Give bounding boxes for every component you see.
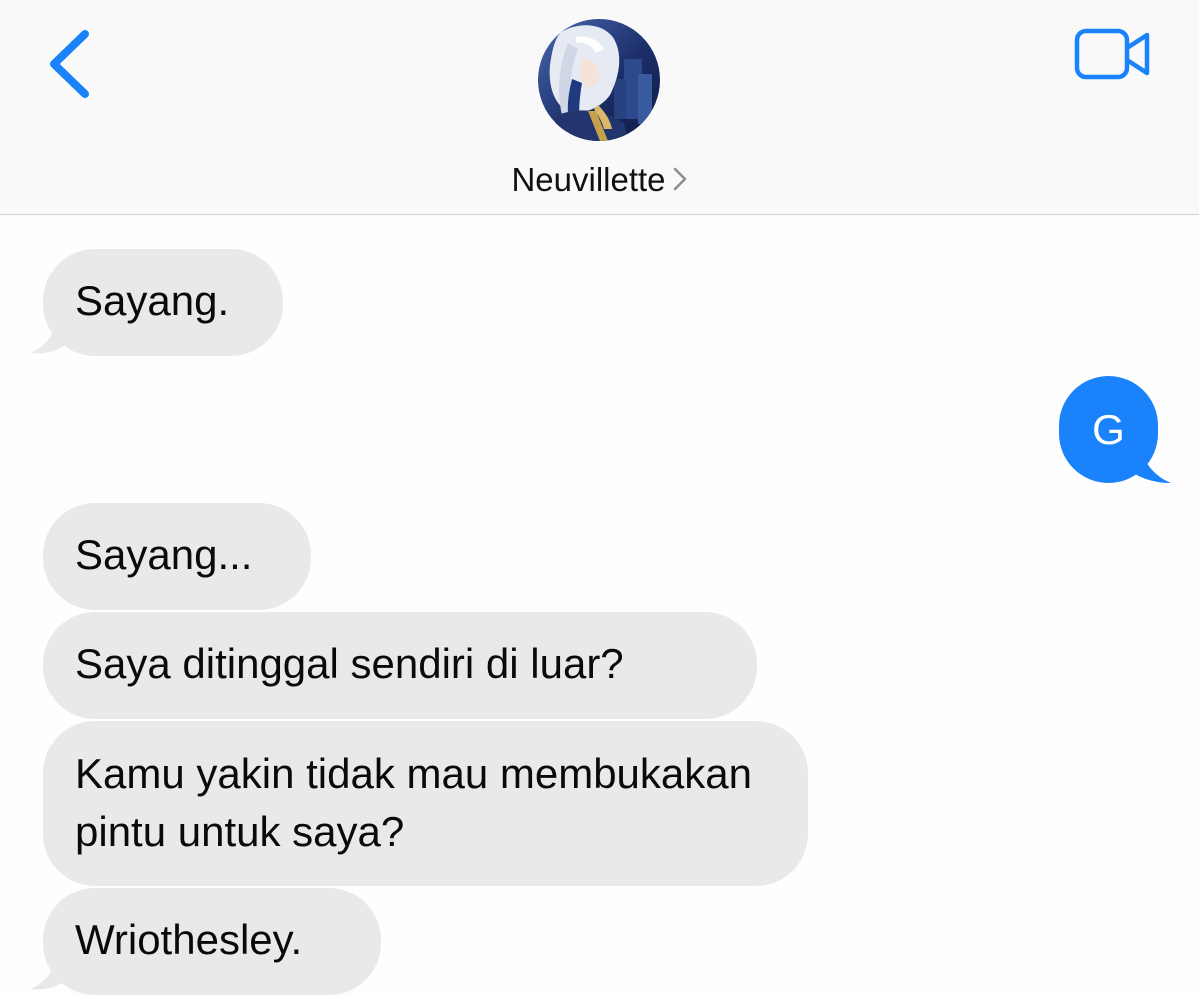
video-camera-icon bbox=[1074, 28, 1150, 80]
message-text: Wriothesley. bbox=[75, 916, 303, 963]
chevron-right-icon bbox=[673, 167, 686, 191]
message-bubble-incoming[interactable]: Sayang... bbox=[43, 503, 311, 610]
message-text: Sayang. bbox=[75, 277, 230, 324]
message-thread: Sayang. G Sayang... Saya ditinggal sendi… bbox=[0, 215, 1199, 996]
avatar-image bbox=[538, 19, 660, 141]
contact-name: Neuvillette bbox=[511, 161, 666, 198]
message-bubble-incoming[interactable]: Saya ditinggal sendiri di luar? bbox=[43, 612, 757, 719]
message-bubble-incoming[interactable]: Sayang. bbox=[43, 249, 283, 356]
message-text: Saya ditinggal sendiri di luar? bbox=[75, 640, 624, 687]
message-text: Kamu yakin tidak mau membukakan pintu un… bbox=[75, 750, 752, 855]
contact-avatar[interactable] bbox=[538, 19, 660, 141]
chevron-left-icon bbox=[50, 30, 89, 98]
conversation-header: Neuvillette bbox=[0, 0, 1199, 215]
message-bubble-incoming[interactable]: Wriothesley. bbox=[43, 888, 381, 995]
message-bubble-outgoing[interactable]: G bbox=[1059, 376, 1158, 483]
back-button[interactable] bbox=[40, 28, 100, 100]
video-call-button[interactable] bbox=[1074, 28, 1152, 80]
message-text: Sayang... bbox=[75, 531, 253, 578]
contact-name-button[interactable]: Neuvillette bbox=[0, 160, 1199, 200]
message-bubble-incoming[interactable]: Kamu yakin tidak mau membukakan pintu un… bbox=[43, 721, 808, 886]
message-text: G bbox=[1092, 406, 1125, 453]
